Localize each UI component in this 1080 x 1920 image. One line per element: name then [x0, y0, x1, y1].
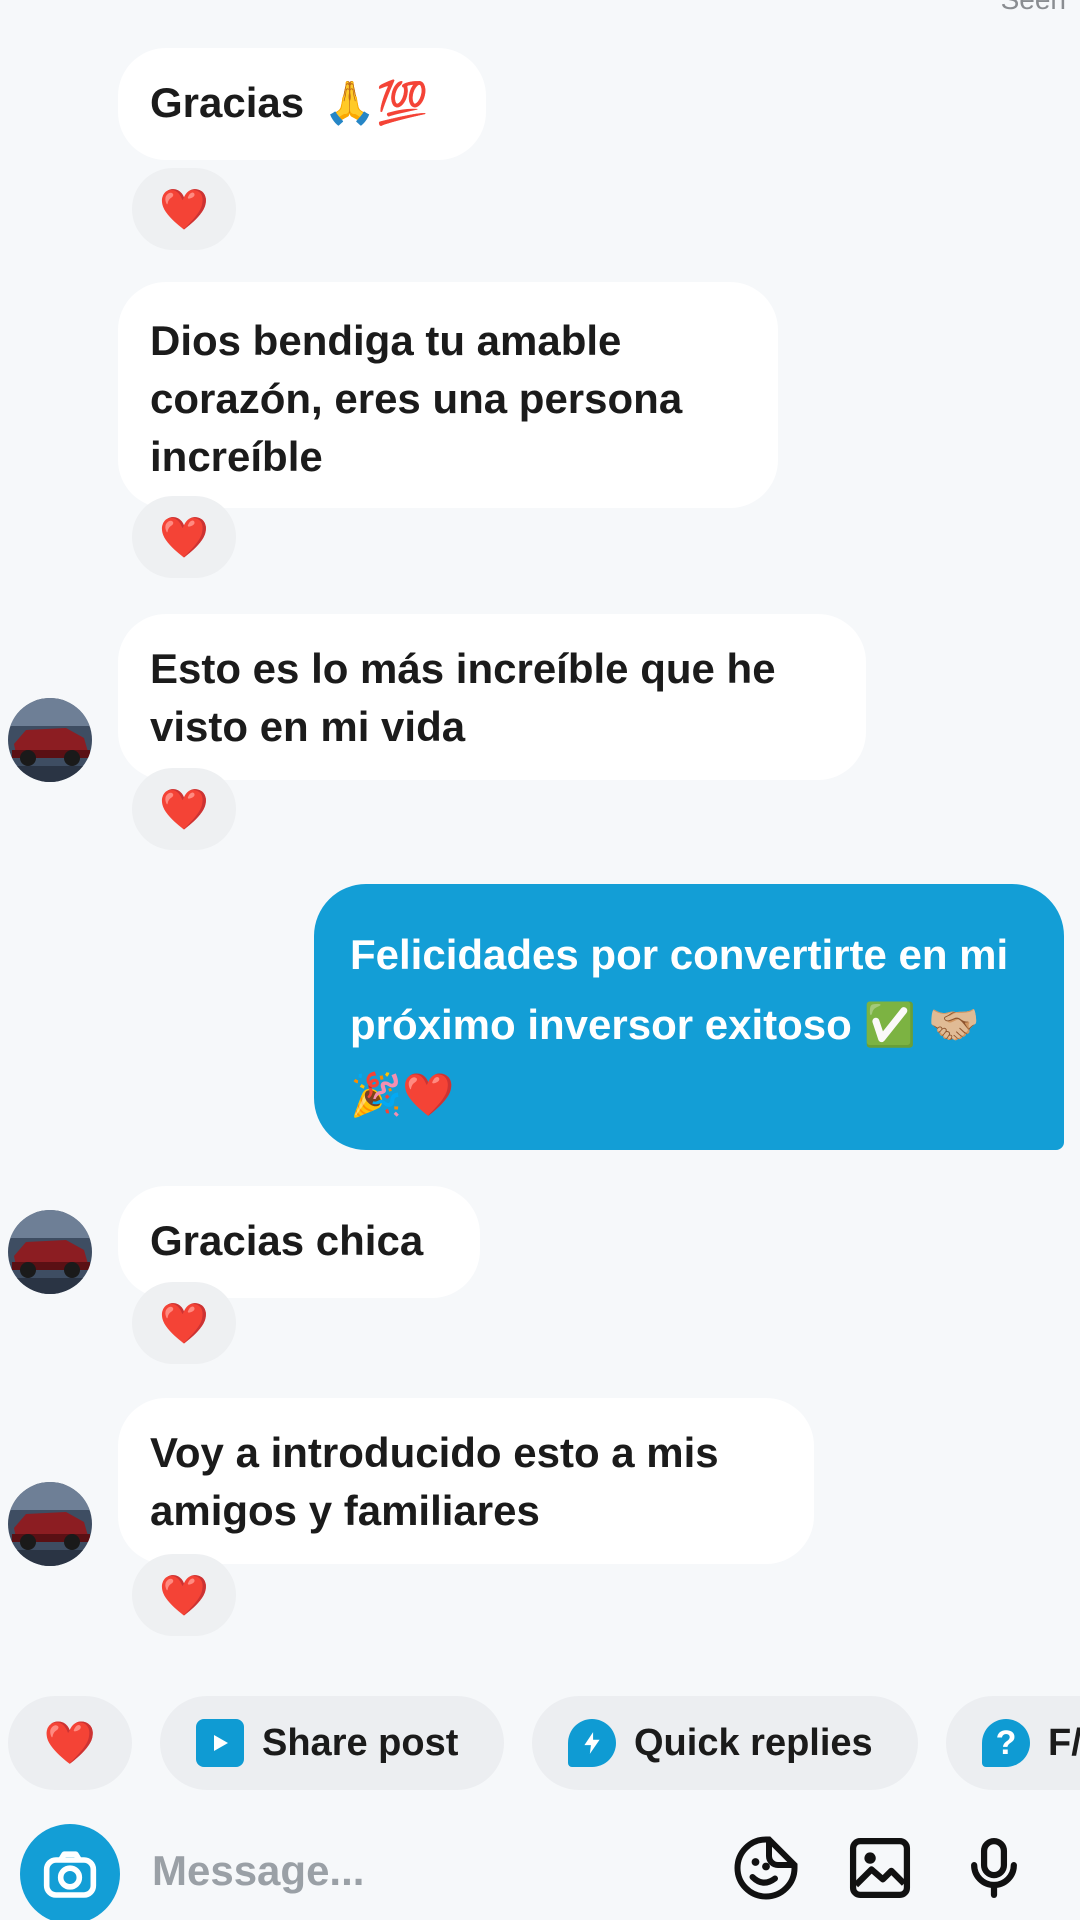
- message-bubble-1[interactable]: Gracias 🙏💯: [118, 48, 486, 160]
- camera-button[interactable]: [20, 1824, 120, 1920]
- message-emoji-1: 🙏💯: [323, 79, 429, 126]
- seen-status: Seen: [1001, 0, 1066, 16]
- faq-button[interactable]: ? F/: [946, 1696, 1080, 1790]
- heart-icon: ❤️: [159, 787, 209, 832]
- lightning-icon: [568, 1719, 616, 1767]
- chat-screen: Seen Gracias 🙏💯 ❤️ Dios bendiga tu amabl…: [0, 0, 1080, 1920]
- heart-icon: ❤️: [159, 187, 209, 232]
- share-post-label: Share post: [262, 1721, 459, 1764]
- heart-icon: ❤️: [159, 1301, 209, 1346]
- microphone-icon: [971, 1837, 1017, 1899]
- message-composer: [0, 1818, 1080, 1920]
- heart-icon: ❤️: [43, 1718, 97, 1766]
- message-bubble-outgoing[interactable]: Felicidades por convertirte en mi próxim…: [314, 884, 1064, 1150]
- reaction-heart-6[interactable]: ❤️: [132, 1554, 236, 1636]
- reaction-heart-5[interactable]: ❤️: [132, 1282, 236, 1364]
- message-text-4: Felicidades por convertirte en mi próxim…: [350, 931, 1009, 1118]
- message-text-1: Gracias: [150, 79, 305, 126]
- heart-icon: ❤️: [159, 515, 209, 560]
- heart-icon: ❤️: [159, 1573, 209, 1618]
- question-icon: ?: [982, 1719, 1030, 1767]
- voice-button[interactable]: [952, 1826, 1036, 1910]
- play-icon: [196, 1719, 244, 1767]
- camera-icon: [43, 1851, 97, 1898]
- like-chip[interactable]: ❤️: [8, 1696, 132, 1790]
- contact-avatar[interactable]: [8, 698, 92, 782]
- quick-replies-button[interactable]: Quick replies: [532, 1696, 918, 1790]
- message-text-3: Esto es lo más increíble que he visto en…: [150, 645, 776, 750]
- reaction-heart-1[interactable]: ❤️: [132, 168, 236, 250]
- reaction-heart-2[interactable]: ❤️: [132, 496, 236, 578]
- car-avatar-image: [8, 1210, 92, 1294]
- sticker-button[interactable]: [724, 1826, 808, 1910]
- message-bubble-6[interactable]: Voy a introducido esto a mis amigos y fa…: [118, 1398, 814, 1564]
- message-text-5: Gracias chica: [150, 1217, 424, 1264]
- contact-avatar[interactable]: [8, 1210, 92, 1294]
- reaction-heart-3[interactable]: ❤️: [132, 768, 236, 850]
- faq-label: F/: [1048, 1721, 1080, 1764]
- message-text-2: Dios bendiga tu amable corazón, eres una…: [150, 317, 683, 480]
- message-text-6: Voy a introducido esto a mis amigos y fa…: [150, 1429, 719, 1534]
- car-avatar-image: [8, 698, 92, 782]
- car-avatar-image: [8, 1482, 92, 1566]
- gallery-button[interactable]: [838, 1826, 922, 1910]
- share-post-button[interactable]: Share post: [160, 1696, 504, 1790]
- image-icon: [849, 1837, 911, 1899]
- message-bubble-3[interactable]: Esto es lo más increíble que he visto en…: [118, 614, 866, 780]
- quick-actions-bar: ❤️ Share post Quick replies ? F/: [0, 1696, 1080, 1790]
- sticker-icon: [734, 1836, 798, 1900]
- contact-avatar[interactable]: [8, 1482, 92, 1566]
- message-input[interactable]: [150, 1840, 674, 1902]
- message-bubble-2[interactable]: Dios bendiga tu amable corazón, eres una…: [118, 282, 778, 508]
- quick-replies-label: Quick replies: [634, 1721, 873, 1764]
